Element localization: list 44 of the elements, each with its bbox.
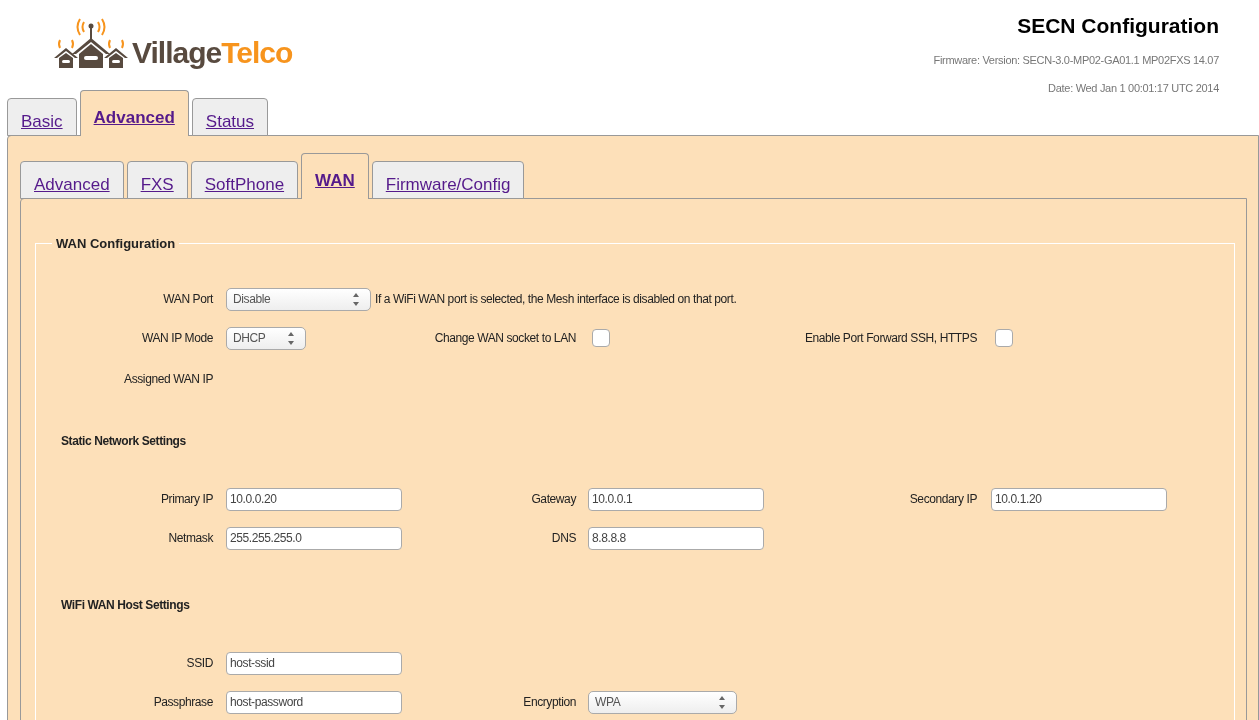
tab[interactable]: FXS xyxy=(126,161,188,199)
input-field[interactable]: 8.8.8.8 xyxy=(588,526,764,550)
firmware-version: Firmware: Version: SECN-3.0-MP02-GA01.1 MP02FXS 14.07 xyxy=(933,52,1219,68)
select-field[interactable]: Disable xyxy=(226,287,371,311)
select-field[interactable]: WPA xyxy=(588,690,737,714)
field-label: SSID xyxy=(185,655,213,672)
field-label: Assigned WAN IP xyxy=(123,370,213,388)
tab[interactable]: Basic xyxy=(7,98,77,136)
select-field[interactable]: DHCP xyxy=(226,326,306,350)
spinner-arrows-icon xyxy=(718,695,726,709)
tab[interactable]: Status xyxy=(191,98,269,136)
date-text: Date: Wed Jan 1 00:01:17 UTC 2014 xyxy=(1048,81,1219,96)
group-legend: WAN Configuration xyxy=(52,234,180,254)
field-label: WAN Port xyxy=(162,291,213,308)
field-label: DNS xyxy=(550,530,576,547)
tab[interactable]: SoftPhone xyxy=(190,161,299,199)
input-field[interactable]: 10.0.1.20 xyxy=(991,487,1167,511)
tab[interactable]: Firmware/Config xyxy=(371,161,525,199)
field-label: Primary IP xyxy=(160,491,213,508)
hint-text: If a WiFi WAN port is selected, the Mesh interface is disabled on that port. xyxy=(375,291,737,308)
tab[interactable]: Advanced xyxy=(79,90,189,136)
input-field[interactable]: host-password xyxy=(226,690,402,714)
field-label: Secondary IP xyxy=(908,491,977,508)
field-label: WAN IP Mode xyxy=(141,330,213,347)
section-heading: Static Network Settings xyxy=(60,432,187,450)
field-label: Passphrase xyxy=(152,694,213,711)
logo-text: VillageTelco xyxy=(132,38,293,70)
checkbox[interactable] xyxy=(995,329,1013,347)
field-label: Enable Port Forward SSH, HTTPS xyxy=(803,330,977,347)
page-title: SECN Configuration xyxy=(1017,13,1219,39)
input-field[interactable]: host-ssid xyxy=(226,651,402,675)
spinner-arrows-icon xyxy=(352,292,360,306)
input-field[interactable]: 10.0.0.1 xyxy=(588,487,764,511)
section-heading: WiFi WAN Host Settings xyxy=(60,596,191,614)
field-label: Encryption xyxy=(522,694,576,711)
field-label: Netmask xyxy=(167,530,213,547)
checkbox[interactable] xyxy=(592,329,610,347)
input-field[interactable]: 255.255.255.0 xyxy=(226,526,402,550)
spinner-arrows-icon xyxy=(287,331,295,345)
field-label: Gateway xyxy=(530,491,576,508)
input-field[interactable]: 10.0.0.20 xyxy=(226,487,402,511)
tab[interactable]: Advanced xyxy=(20,161,124,199)
tab[interactable]: WAN xyxy=(301,153,369,199)
field-label: Change WAN socket to LAN xyxy=(433,330,576,347)
